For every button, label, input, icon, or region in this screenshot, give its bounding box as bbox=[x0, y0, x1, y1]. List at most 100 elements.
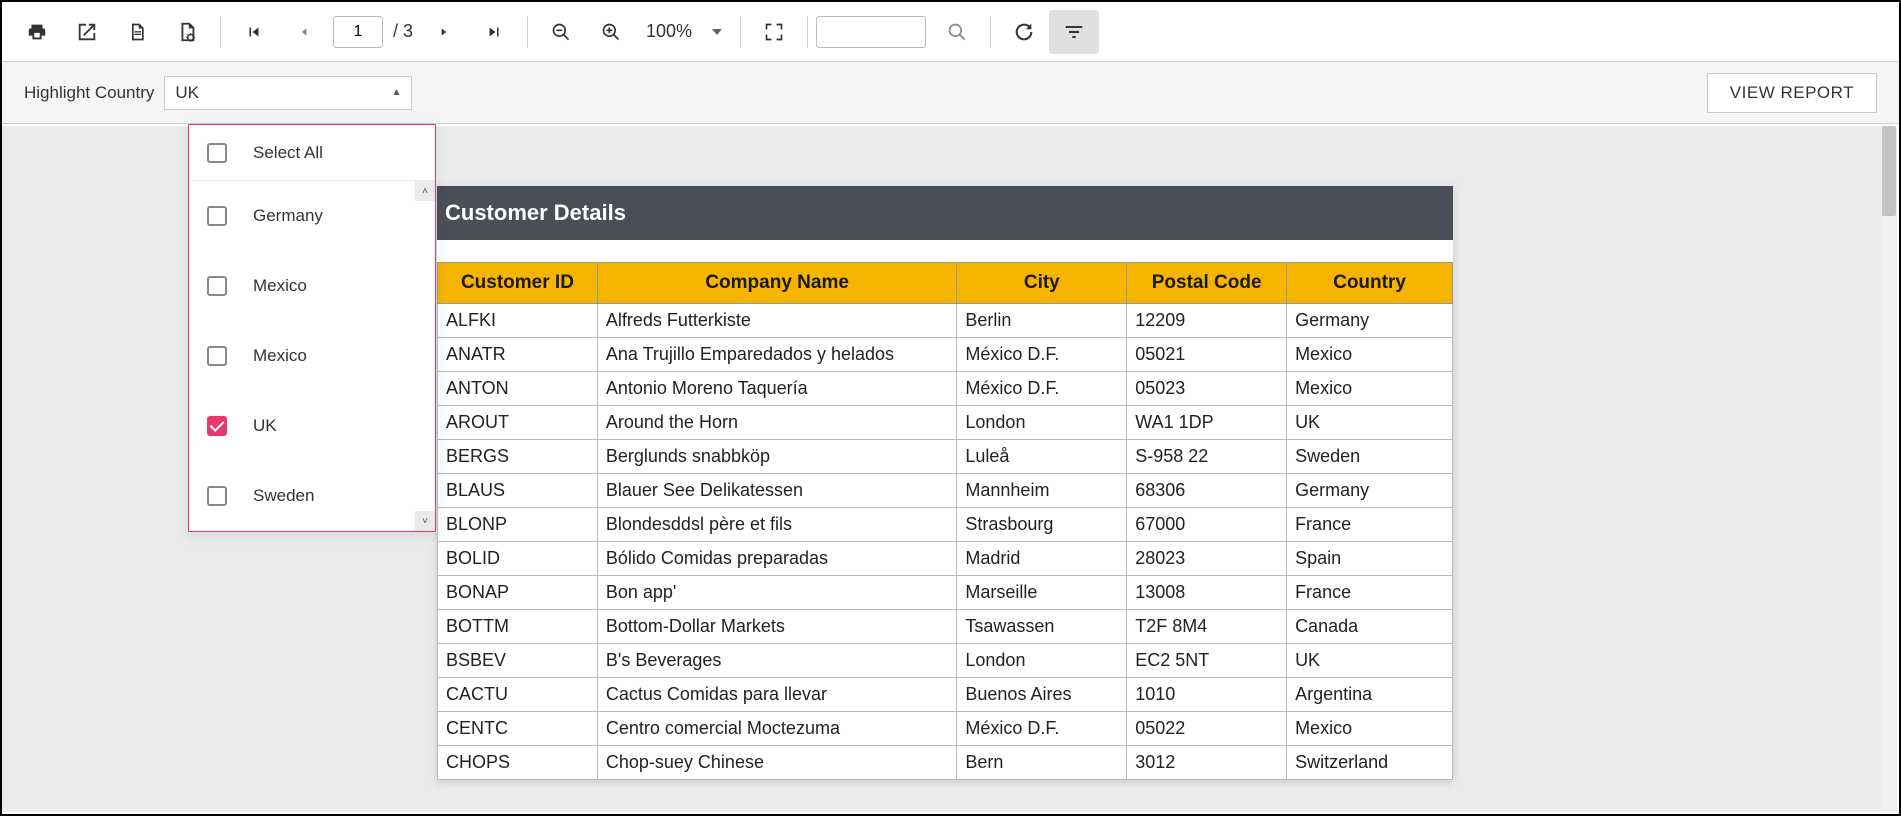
table-row: BOLIDBólido Comidas preparadasMadrid2802… bbox=[438, 542, 1453, 576]
table-row: BOTTMBottom-Dollar MarketsTsawassenT2F 8… bbox=[438, 610, 1453, 644]
dropdown-item-label: Sweden bbox=[253, 486, 314, 506]
dropdown-item[interactable]: Germany bbox=[189, 181, 435, 251]
zoom-dropdown-button[interactable] bbox=[702, 29, 732, 35]
table-cell: Antonio Moreno Taquería bbox=[597, 372, 957, 406]
table-cell: Bólido Comidas preparadas bbox=[597, 542, 957, 576]
param-label-highlight-country: Highlight Country bbox=[24, 83, 154, 103]
search-input[interactable] bbox=[816, 16, 926, 48]
table-cell: Luleå bbox=[957, 440, 1127, 474]
col-header-postal-code: Postal Code bbox=[1127, 263, 1287, 304]
table-cell: 13008 bbox=[1127, 576, 1287, 610]
table-cell: AROUT bbox=[438, 406, 598, 440]
checkbox[interactable] bbox=[207, 346, 227, 366]
dropdown-item-label: UK bbox=[253, 416, 277, 436]
last-page-button[interactable] bbox=[469, 10, 519, 54]
dropdown-item[interactable]: UK bbox=[189, 391, 435, 461]
table-row: CENTCCentro comercial MoctezumaMéxico D.… bbox=[438, 712, 1453, 746]
dropdown-item[interactable]: Mexico bbox=[189, 251, 435, 321]
page-setup-button[interactable] bbox=[112, 10, 162, 54]
dropdown-scroll-up[interactable]: ˄ bbox=[415, 181, 435, 201]
page-settings-button[interactable] bbox=[162, 10, 212, 54]
table-cell: México D.F. bbox=[957, 372, 1127, 406]
checkbox[interactable] bbox=[207, 486, 227, 506]
dropdown-scroll-down[interactable]: ˅ bbox=[415, 511, 435, 531]
table-cell: 05021 bbox=[1127, 338, 1287, 372]
table-cell: BOLID bbox=[438, 542, 598, 576]
checkbox[interactable] bbox=[207, 206, 227, 226]
next-page-button[interactable] bbox=[419, 10, 469, 54]
col-header-city: City bbox=[957, 263, 1127, 304]
vertical-scrollbar[interactable] bbox=[1881, 126, 1897, 812]
table-cell: Mexico bbox=[1287, 372, 1453, 406]
table-row: BLONPBlondesddsl père et filsStrasbourg6… bbox=[438, 508, 1453, 542]
table-cell: BONAP bbox=[438, 576, 598, 610]
dropdown-item[interactable]: Sweden bbox=[189, 461, 435, 531]
table-cell: BOTTM bbox=[438, 610, 598, 644]
table-cell: 3012 bbox=[1127, 746, 1287, 780]
col-header-company-name: Company Name bbox=[597, 263, 957, 304]
chevron-down-icon bbox=[712, 29, 722, 35]
dropdown-item[interactable]: Mexico bbox=[189, 321, 435, 391]
table-cell: WA1 1DP bbox=[1127, 406, 1287, 440]
export-button[interactable] bbox=[62, 10, 112, 54]
zoom-out-icon bbox=[551, 22, 571, 42]
highlight-country-value: UK bbox=[175, 83, 199, 103]
table-cell: ALFKI bbox=[438, 304, 598, 338]
checkbox[interactable] bbox=[207, 416, 227, 436]
scrollbar-thumb[interactable] bbox=[1882, 126, 1896, 216]
table-cell: 1010 bbox=[1127, 678, 1287, 712]
table-cell: Canada bbox=[1287, 610, 1453, 644]
separator bbox=[527, 16, 528, 48]
table-cell: Sweden bbox=[1287, 440, 1453, 474]
zoom-in-icon bbox=[601, 22, 621, 42]
table-cell: ANATR bbox=[438, 338, 598, 372]
table-cell: Berlin bbox=[957, 304, 1127, 338]
page-number-input[interactable] bbox=[333, 16, 383, 48]
table-cell: Centro comercial Moctezuma bbox=[597, 712, 957, 746]
table-cell: BLONP bbox=[438, 508, 598, 542]
print-button[interactable] bbox=[12, 10, 62, 54]
print-icon bbox=[26, 21, 48, 43]
table-cell: México D.F. bbox=[957, 338, 1127, 372]
parameters-toggle-button[interactable] bbox=[1049, 10, 1099, 54]
table-row: BLAUSBlauer See DelikatessenMannheim6830… bbox=[438, 474, 1453, 508]
fullscreen-button[interactable] bbox=[749, 10, 799, 54]
checkbox[interactable] bbox=[207, 276, 227, 296]
table-cell: 12209 bbox=[1127, 304, 1287, 338]
table-cell: Bon app' bbox=[597, 576, 957, 610]
table-cell: London bbox=[957, 406, 1127, 440]
page-settings-icon bbox=[176, 21, 198, 43]
highlight-country-dropdown: Select All ˄ ˅ GermanyMexicoMexicoUKSwed… bbox=[188, 124, 436, 532]
table-cell: 67000 bbox=[1127, 508, 1287, 542]
zoom-in-button[interactable] bbox=[586, 10, 636, 54]
table-cell: Germany bbox=[1287, 304, 1453, 338]
table-cell: Mexico bbox=[1287, 712, 1453, 746]
dropdown-select-all[interactable]: Select All bbox=[189, 125, 435, 181]
table-cell: BSBEV bbox=[438, 644, 598, 678]
table-row: AROUTAround the HornLondonWA1 1DPUK bbox=[438, 406, 1453, 440]
chevron-up-icon: ▲ bbox=[392, 87, 402, 98]
checkbox-select-all[interactable] bbox=[207, 143, 227, 163]
table-cell: UK bbox=[1287, 406, 1453, 440]
table-cell: Bottom-Dollar Markets bbox=[597, 610, 957, 644]
highlight-country-select[interactable]: UK ▲ bbox=[164, 76, 412, 110]
table-cell: EC2 5NT bbox=[1127, 644, 1287, 678]
table-cell: Ana Trujillo Emparedados y helados bbox=[597, 338, 957, 372]
table-cell: Bern bbox=[957, 746, 1127, 780]
prev-page-button[interactable] bbox=[279, 10, 329, 54]
table-cell: France bbox=[1287, 508, 1453, 542]
table-row: BONAPBon app'Marseille13008France bbox=[438, 576, 1453, 610]
table-cell: 68306 bbox=[1127, 474, 1287, 508]
view-report-button[interactable]: VIEW REPORT bbox=[1707, 73, 1877, 113]
table-row: ALFKIAlfreds FutterkisteBerlin12209Germa… bbox=[438, 304, 1453, 338]
table-cell: Marseille bbox=[957, 576, 1127, 610]
table-cell: Cactus Comidas para llevar bbox=[597, 678, 957, 712]
table-cell: Mexico bbox=[1287, 338, 1453, 372]
table-cell: Mannheim bbox=[957, 474, 1127, 508]
zoom-out-button[interactable] bbox=[536, 10, 586, 54]
search-button[interactable] bbox=[932, 10, 982, 54]
table-cell: Germany bbox=[1287, 474, 1453, 508]
table-row: ANATRAna Trujillo Emparedados y heladosM… bbox=[438, 338, 1453, 372]
refresh-button[interactable] bbox=[999, 10, 1049, 54]
first-page-button[interactable] bbox=[229, 10, 279, 54]
